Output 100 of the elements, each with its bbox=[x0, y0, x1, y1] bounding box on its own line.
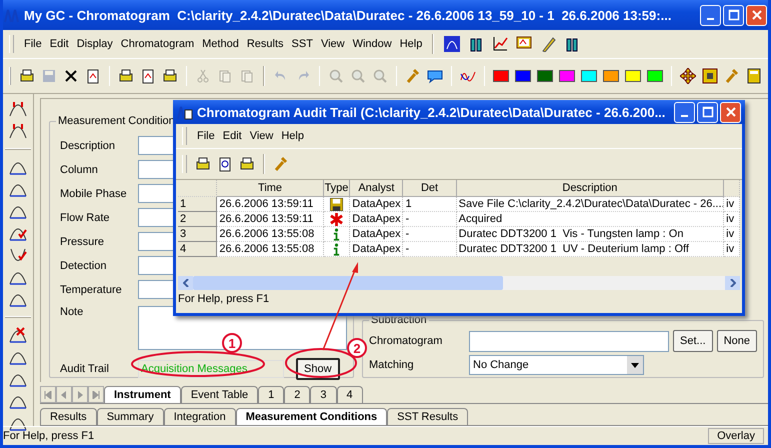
field-label: Audit Trail bbox=[60, 363, 110, 375]
menu-item[interactable]: File bbox=[197, 130, 215, 142]
menu-item[interactable]: SST bbox=[292, 38, 313, 50]
peak-icon[interactable] bbox=[9, 122, 27, 140]
status-text: For Help, press F1 bbox=[3, 430, 94, 442]
input-field[interactable] bbox=[469, 330, 669, 352]
close-button[interactable] bbox=[720, 102, 741, 122]
color-swatch-icon[interactable] bbox=[492, 70, 509, 82]
field-label: Column bbox=[60, 164, 99, 176]
menu-item[interactable]: File bbox=[24, 38, 42, 50]
color-swatch-icon[interactable] bbox=[514, 70, 531, 82]
tab[interactable]: 3 bbox=[310, 386, 337, 403]
step-number: 1 bbox=[222, 333, 242, 353]
pen-icon[interactable] bbox=[540, 36, 556, 52]
fit-icon[interactable] bbox=[702, 68, 718, 84]
minimize-button[interactable] bbox=[700, 4, 721, 26]
page-preview-icon[interactable] bbox=[217, 156, 233, 172]
vials-icon[interactable] bbox=[564, 36, 580, 52]
first-icon bbox=[44, 390, 52, 398]
row-number: 4 bbox=[178, 242, 218, 257]
menu-item[interactable]: Results bbox=[246, 38, 284, 50]
field-label: Detection bbox=[60, 260, 108, 272]
set-button[interactable]: Set... bbox=[673, 330, 713, 352]
row-number: 2 bbox=[178, 212, 218, 227]
matching-dropdown[interactable]: No Change bbox=[469, 355, 644, 375]
field-label: Temperature bbox=[60, 284, 123, 296]
move-icon[interactable] bbox=[680, 68, 696, 84]
printer-icon[interactable] bbox=[118, 68, 134, 84]
speech-bubble-icon[interactable] bbox=[426, 68, 443, 84]
window-title: Chromatogram Audit Trail (C:\clarity_2.4.2\Duratec\Data\Duratec - 26.6.200... bbox=[197, 104, 666, 120]
wrench-icon[interactable] bbox=[724, 68, 740, 84]
menu-item[interactable]: Chromatogram bbox=[120, 38, 194, 50]
asterisk-icon bbox=[330, 212, 343, 226]
tab[interactable]: 2 bbox=[284, 386, 310, 403]
field-label: Note bbox=[60, 306, 84, 318]
printer-icon[interactable] bbox=[195, 156, 211, 172]
color-swatch-icon[interactable] bbox=[602, 70, 619, 82]
info-icon bbox=[332, 228, 340, 240]
minimize-button[interactable] bbox=[674, 102, 695, 122]
vials-icon[interactable] bbox=[468, 36, 484, 52]
maximize-button[interactable] bbox=[723, 4, 744, 26]
printer-icon[interactable] bbox=[162, 68, 178, 84]
page-preview-icon[interactable] bbox=[140, 68, 156, 84]
none-button[interactable]: None bbox=[716, 330, 757, 352]
show-button[interactable]: Show bbox=[296, 358, 340, 380]
calculator-icon[interactable] bbox=[746, 68, 762, 84]
scroll-left-icon[interactable] bbox=[178, 276, 193, 290]
app-icon bbox=[177, 104, 193, 120]
menu-item[interactable]: View bbox=[250, 130, 274, 142]
scrollbar-thumb[interactable] bbox=[193, 276, 503, 290]
printer-icon[interactable] bbox=[19, 68, 36, 84]
row-number: 3 bbox=[178, 227, 218, 242]
tab[interactable]: Integration bbox=[164, 408, 236, 425]
color-swatch-icon[interactable] bbox=[580, 70, 597, 82]
menu-item[interactable]: Method bbox=[202, 38, 239, 50]
tab[interactable]: 4 bbox=[336, 386, 363, 403]
tab[interactable]: Summary bbox=[96, 408, 164, 425]
valley-icon[interactable] bbox=[9, 246, 27, 264]
menu-item[interactable]: Help bbox=[281, 130, 304, 142]
next-icon bbox=[76, 390, 84, 398]
peak-icon[interactable] bbox=[9, 100, 27, 118]
wrench-icon[interactable] bbox=[273, 156, 289, 172]
menu-item[interactable]: Help bbox=[400, 38, 422, 50]
minimize-icon bbox=[681, 115, 688, 117]
last-icon bbox=[92, 390, 100, 398]
tab[interactable]: 1 bbox=[258, 386, 284, 403]
wrench-icon[interactable] bbox=[404, 68, 421, 84]
color-swatch-icon[interactable] bbox=[536, 70, 553, 82]
app-icon bbox=[4, 7, 20, 23]
maximize-button[interactable] bbox=[697, 102, 718, 122]
graph-icon[interactable] bbox=[492, 36, 508, 52]
close-icon bbox=[750, 9, 762, 21]
field-label: Chromatogram bbox=[369, 335, 444, 347]
close-button[interactable] bbox=[746, 4, 767, 26]
scroll-right-icon[interactable] bbox=[725, 276, 740, 290]
tab[interactable]: Measurement Conditions bbox=[236, 408, 388, 425]
field-label: Flow Rate bbox=[60, 212, 111, 224]
maximize-icon bbox=[702, 106, 714, 118]
tab[interactable]: Results bbox=[40, 408, 97, 425]
status-mode: Overlay bbox=[708, 428, 764, 444]
cross-icon[interactable] bbox=[63, 68, 80, 84]
printer-icon[interactable] bbox=[239, 156, 255, 172]
peak-icon[interactable] bbox=[9, 326, 27, 344]
color-swatch-icon[interactable] bbox=[558, 70, 575, 82]
menu-item[interactable]: Window bbox=[352, 38, 392, 50]
menu-item[interactable]: View bbox=[320, 38, 345, 50]
maximize-icon bbox=[728, 9, 740, 21]
menu-item[interactable]: Edit bbox=[50, 38, 69, 50]
tab[interactable]: SST Results bbox=[387, 408, 468, 425]
document-icon[interactable] bbox=[85, 68, 102, 84]
menu-item[interactable]: Edit bbox=[222, 130, 242, 142]
color-swatch-icon[interactable] bbox=[624, 70, 641, 82]
field-label: Matching bbox=[369, 359, 415, 371]
minimize-icon bbox=[707, 18, 714, 20]
color-swatch-icon[interactable] bbox=[646, 70, 663, 82]
tab[interactable]: Event Table bbox=[180, 386, 258, 403]
menu-item[interactable]: Display bbox=[76, 38, 113, 50]
tab[interactable]: Instrument bbox=[104, 386, 181, 403]
peak-icon[interactable] bbox=[444, 36, 460, 52]
step-number: 2 bbox=[347, 338, 367, 358]
